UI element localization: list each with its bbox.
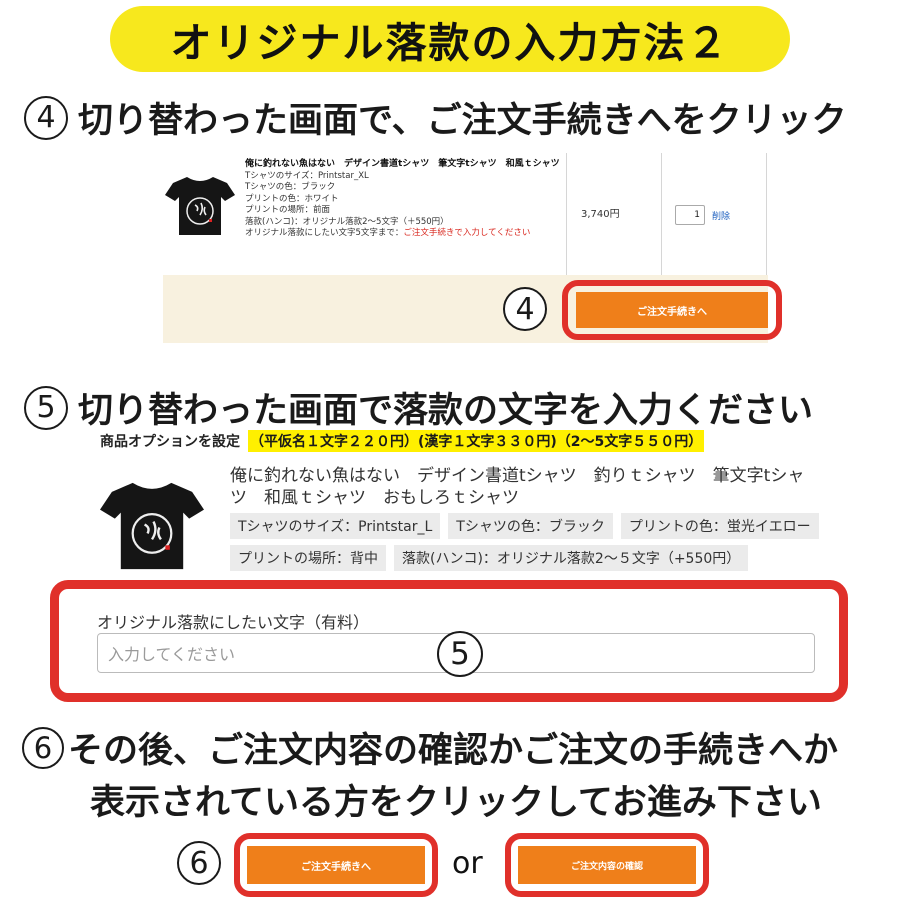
tshirt-icon[interactable] <box>165 175 235 237</box>
rakkan-field-label: オリジナル落款にしたい文字（有料） <box>97 613 370 632</box>
cart-option-4: プリントの場所：前面 <box>245 205 331 215</box>
title-banner: オリジナル落款の入力方法２ <box>110 6 790 72</box>
cart-option-2: Tシャツの色：ブラック <box>245 182 336 192</box>
option-settings-row: 商品オプションを設定 （平仮名１文字２２０円）(漢字１文字３３０円)（2～5文字… <box>100 430 705 452</box>
option-tag-size: Tシャツのサイズ：Printstar_L <box>230 513 441 539</box>
checkout-button[interactable]: ご注文手続きへ <box>247 846 425 884</box>
delete-link[interactable]: 削除 <box>712 209 730 222</box>
step6-marker: 6 <box>177 841 221 885</box>
page-title: オリジナル落款の入力方法２ <box>170 19 730 67</box>
or-label: or <box>452 846 483 881</box>
step6-heading-line2: 表示されている方をクリックしてお進み下さい <box>90 783 822 823</box>
highlight-frame: ご注文手続きへ <box>562 280 782 340</box>
price-note: （平仮名１文字２２０円）(漢字１文字３３０円)（2～5文字５５０円） <box>248 430 705 452</box>
option-tag-color: Tシャツの色：ブラック <box>448 513 613 539</box>
cart-item-row: 俺に釣れない魚はない デザイン書道tシャツ 筆文字tシャツ 和風ｔシャツ Tシャ… <box>163 153 768 275</box>
option-tag-print-location: プリントの場所：背中 <box>230 545 386 571</box>
step4-number: 4 <box>24 95 68 140</box>
highlight-frame: ご注文内容の確認 <box>505 833 709 897</box>
step5-heading: 5 切り替わった画面で落款の文字を入力ください <box>24 382 813 433</box>
cart-rakkan-value: ご注文手続きで入力してください <box>403 228 531 238</box>
quantity-input[interactable]: 1 <box>675 205 705 225</box>
step6-heading: 6 その後、ご注文内容の確認かご注文の手続きへか <box>22 722 838 773</box>
tshirt-icon <box>100 482 204 570</box>
cart-divider <box>766 153 767 275</box>
step5-heading-text: 切り替わった画面で落款の文字を入力ください <box>78 391 814 431</box>
cart-rakkan-text: オリジナル落款にしたい文字5文字まで：ご注文手続きで入力してください <box>245 228 565 240</box>
section-label: 商品オプションを設定 <box>100 434 240 450</box>
cart-option-1: Tシャツのサイズ：Printstar_XL <box>245 170 369 181</box>
highlight-frame: ご注文手続きへ <box>234 833 438 897</box>
checkout-button[interactable]: ご注文手続きへ <box>576 292 768 328</box>
step4-heading: 4 切り替わった画面で、ご注文手続きへをクリック <box>24 92 847 143</box>
step6-heading-line1: その後、ご注文内容の確認かご注文の手続きへか <box>68 731 839 771</box>
option-tag-rakkan: 落款(ハンコ)：オリジナル落款2～５文字（+550円） <box>394 545 749 571</box>
cart-divider <box>566 153 567 275</box>
option-tag-print-color: プリントの色：蛍光イエロー <box>620 513 819 539</box>
step5-marker: 5 <box>437 631 483 677</box>
step4-heading-text: 切り替わった画面で、ご注文手続きへをクリック <box>78 101 847 141</box>
step5-number: 5 <box>24 385 68 430</box>
order-confirm-button[interactable]: ご注文内容の確認 <box>518 846 696 884</box>
step4-marker: 4 <box>503 287 547 331</box>
cart-item-details: 俺に釣れない魚はない デザイン書道tシャツ 筆文字tシャツ 和風ｔシャツ Tシャ… <box>245 159 565 240</box>
cart-price: 3,740円 <box>581 209 620 220</box>
option-tags: Tシャツのサイズ：Printstar_L Tシャツの色：ブラック プリントの色：… <box>230 513 830 571</box>
step6-number: 6 <box>22 726 64 769</box>
highlight-frame: オリジナル落款にしたい文字（有料） 入力してください 5 <box>50 580 848 702</box>
product-name: 俺に釣れない魚はない デザイン書道tシャツ 釣りｔシャツ 筆文字tシャツ 和風ｔ… <box>230 466 805 508</box>
cart-option-5: 落款(ハンコ)：オリジナル落款2～5文字（＋550円） <box>245 216 449 227</box>
cart-product-name[interactable]: 俺に釣れない魚はない デザイン書道tシャツ 筆文字tシャツ 和風ｔシャツ <box>245 159 560 169</box>
cart-divider <box>661 153 662 275</box>
cart-rakkan-label: オリジナル落款にしたい文字5文字まで： <box>245 228 404 238</box>
cart-option-3: プリントの色：ホワイト <box>245 193 339 204</box>
